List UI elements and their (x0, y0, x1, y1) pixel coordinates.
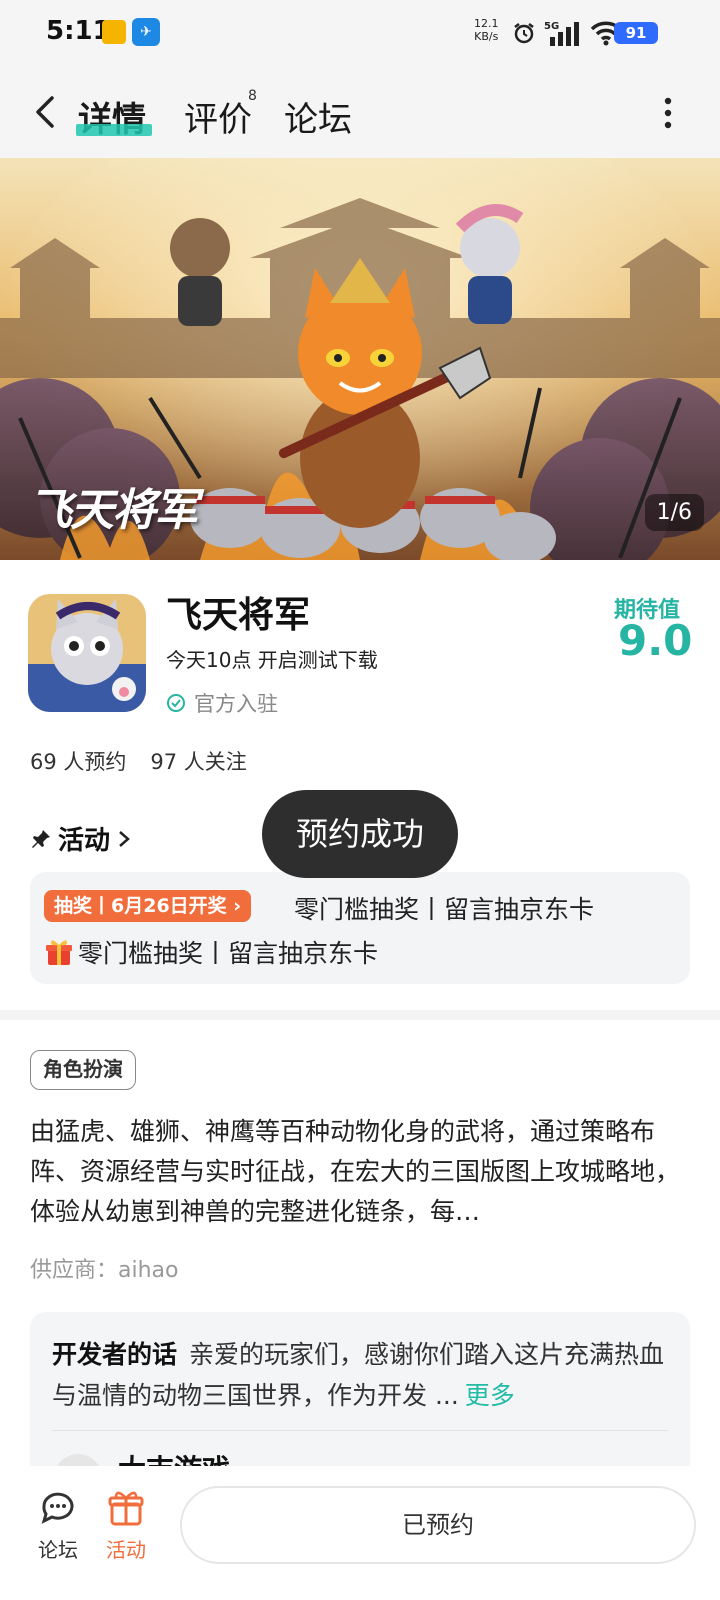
back-arrow-icon[interactable] (30, 92, 60, 132)
screenshot-carousel[interactable]: 飞天将军 1/6 (0, 158, 720, 560)
reservation-count: 69 人预约 (30, 750, 127, 774)
lottery-badge[interactable]: 抽奖丨6月26日开奖 › (44, 890, 252, 922)
pin-icon (32, 829, 50, 848)
carousel-counter: 1/6 (644, 494, 704, 531)
status-time: 5:11 (46, 16, 111, 46)
top-nav: 详情 评价 8 论坛 (0, 66, 720, 158)
chevron-right-icon (119, 830, 130, 847)
genre-tag[interactable]: 角色扮演 (30, 1050, 136, 1090)
check-circle-icon (167, 694, 185, 712)
divider (52, 1430, 668, 1431)
notification-app-icon (102, 20, 126, 44)
official-label: 官方入驻 (194, 692, 278, 716)
game-logo-text: 飞天将军 (28, 485, 198, 536)
activity-button[interactable]: 活动 (96, 1488, 156, 1563)
test-schedule: 今天10点 开启测试下载 (166, 648, 378, 672)
battery-indicator: 91 (614, 22, 658, 44)
forum-button[interactable]: 论坛 (28, 1488, 88, 1563)
net-speed: 12.1 KB/s (474, 17, 499, 43)
status-bar: 5:11 ✈ 12.1 KB/s 5G 91 (0, 0, 720, 66)
developer-note: 开发者的话 亲爱的玩家们，感谢你们踏入这片充满热血与温情的动物三国世界，作为开发 … (52, 1334, 672, 1416)
game-title: 飞天将军 (166, 595, 311, 636)
reserved-button[interactable]: 已预约 (180, 1486, 696, 1564)
more-options-icon[interactable] (664, 96, 672, 130)
developer-note-card[interactable]: 开发者的话 亲爱的玩家们，感谢你们踏入这片充满热血与温情的动物三国世界，作为开发 … (30, 1312, 690, 1482)
read-more-link[interactable]: 更多 (465, 1381, 515, 1410)
expectation-score: 9.0 (618, 616, 693, 665)
chat-bubble-icon (41, 1492, 74, 1524)
supplier-info: 供应商：aihao (30, 1258, 179, 1283)
section-divider (0, 1010, 720, 1020)
game-description[interactable]: 由猛虎、雄狮、神鹰等百种动物化身的武将，通过策略布阵、资源经营与实时征战，在宏大… (30, 1112, 690, 1232)
reservation-stats: 69 人预约 97 人关注 (30, 746, 247, 776)
activity-section-link[interactable]: 活动 (30, 820, 132, 857)
svg-text:5G: 5G (544, 21, 559, 32)
notification-app-icon-2: ✈ (132, 18, 160, 46)
official-badge: 官方入驻 (166, 688, 278, 718)
gift-icon (108, 1491, 144, 1526)
developer-note-title: 开发者的话 (52, 1340, 178, 1369)
game-icon (28, 594, 146, 712)
bottom-action-bar: 论坛 活动 已预约 (0, 1466, 720, 1600)
activity-headline: 零门槛抽奖丨留言抽京东卡 (294, 895, 595, 924)
status-icons: 5G (512, 18, 622, 48)
gift-icon (46, 940, 72, 965)
activity-card[interactable]: 抽奖丨6月26日开奖 › 零门槛抽奖丨留言抽京东卡 零门槛抽奖丨留言抽京东卡 (30, 872, 690, 984)
alarm-icon (514, 23, 534, 44)
active-tab-indicator (76, 124, 152, 136)
chevron-right-icon: › (233, 895, 242, 917)
tab-forum[interactable]: 论坛 (284, 92, 352, 141)
follower-count: 97 人关注 (150, 750, 247, 774)
tab-review[interactable]: 评价 (184, 92, 252, 141)
signal-5g-icon: 5G (544, 21, 579, 46)
review-count-badge: 8 (248, 88, 257, 104)
activity-detail: 零门槛抽奖丨留言抽京东卡 (44, 934, 378, 970)
activity-title: 活动 (58, 826, 111, 856)
reservation-success-toast: 预约成功 (262, 790, 458, 878)
